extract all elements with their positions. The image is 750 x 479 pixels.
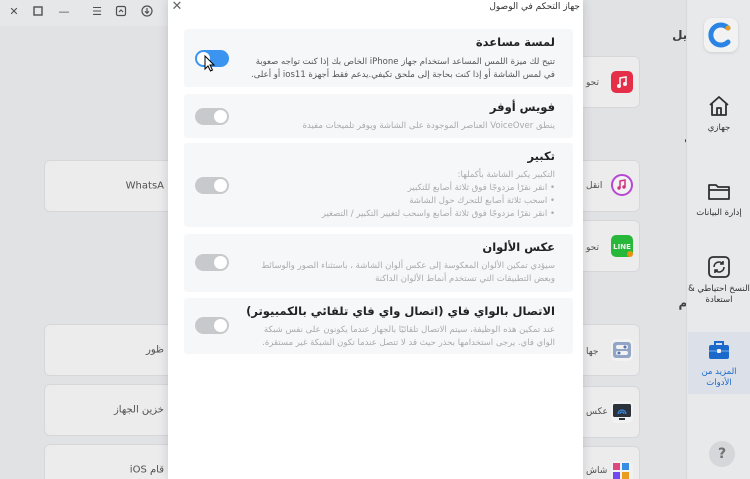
feature-description: عند تمكين هذه الوظيفة، سيتم الاتصال تلقا… bbox=[262, 325, 555, 348]
feature-description: التكبير يكبر الشاشة بأكملها: • انقر نقرً… bbox=[321, 170, 555, 219]
dialog-title: جهاز التحكم في الوصول bbox=[489, 2, 580, 12]
feature-title: عكس الألوان bbox=[482, 240, 555, 254]
feature-title: تكبير bbox=[527, 149, 555, 163]
feature-wifi-connection: الاتصال بالواي فاي (اتصال واي فاي تلقائي… bbox=[184, 298, 573, 354]
toggle-knob bbox=[214, 110, 227, 123]
toggle-knob bbox=[214, 256, 227, 269]
feature-title: لمسة مساعدة bbox=[475, 35, 555, 49]
feature-invert-colors: عكس الألوان سيؤدي تمكين الألوان المعكوسة… bbox=[184, 234, 573, 292]
accessibility-control-dialog: جهاز التحكم في الوصول ✕ لمسة مساعدة تتيح… bbox=[168, 0, 583, 479]
wifi-connection-toggle[interactable] bbox=[195, 317, 229, 334]
toggle-knob bbox=[214, 179, 227, 192]
close-icon[interactable]: ✕ bbox=[170, 0, 184, 14]
feature-description: تتيح لك ميزة اللمس المساعد استخدام جهاز … bbox=[251, 57, 555, 80]
mouse-pointer-icon bbox=[204, 54, 216, 72]
feature-assistive-touch: لمسة مساعدة تتيح لك ميزة اللمس المساعد ا… bbox=[184, 29, 573, 87]
feature-title: فويس أوفر bbox=[489, 100, 555, 114]
feature-title: الاتصال بالواي فاي (اتصال واي فاي تلقائي… bbox=[246, 304, 555, 318]
invert-colors-toggle[interactable] bbox=[195, 254, 229, 271]
toggle-knob bbox=[214, 319, 227, 332]
feature-description: سيؤدي تمكين الألوان المعكوسة إلى عكس ألو… bbox=[261, 261, 555, 284]
zoom-toggle[interactable] bbox=[195, 177, 229, 194]
feature-description: ينطق VoiceOver العناصر الموجودة على الشا… bbox=[302, 121, 555, 131]
feature-voiceover: فويس أوفر ينطق VoiceOver العناصر الموجود… bbox=[184, 94, 573, 138]
voiceover-toggle[interactable] bbox=[195, 108, 229, 125]
feature-zoom: تكبير التكبير يكبر الشاشة بأكملها: • انق… bbox=[184, 143, 573, 227]
